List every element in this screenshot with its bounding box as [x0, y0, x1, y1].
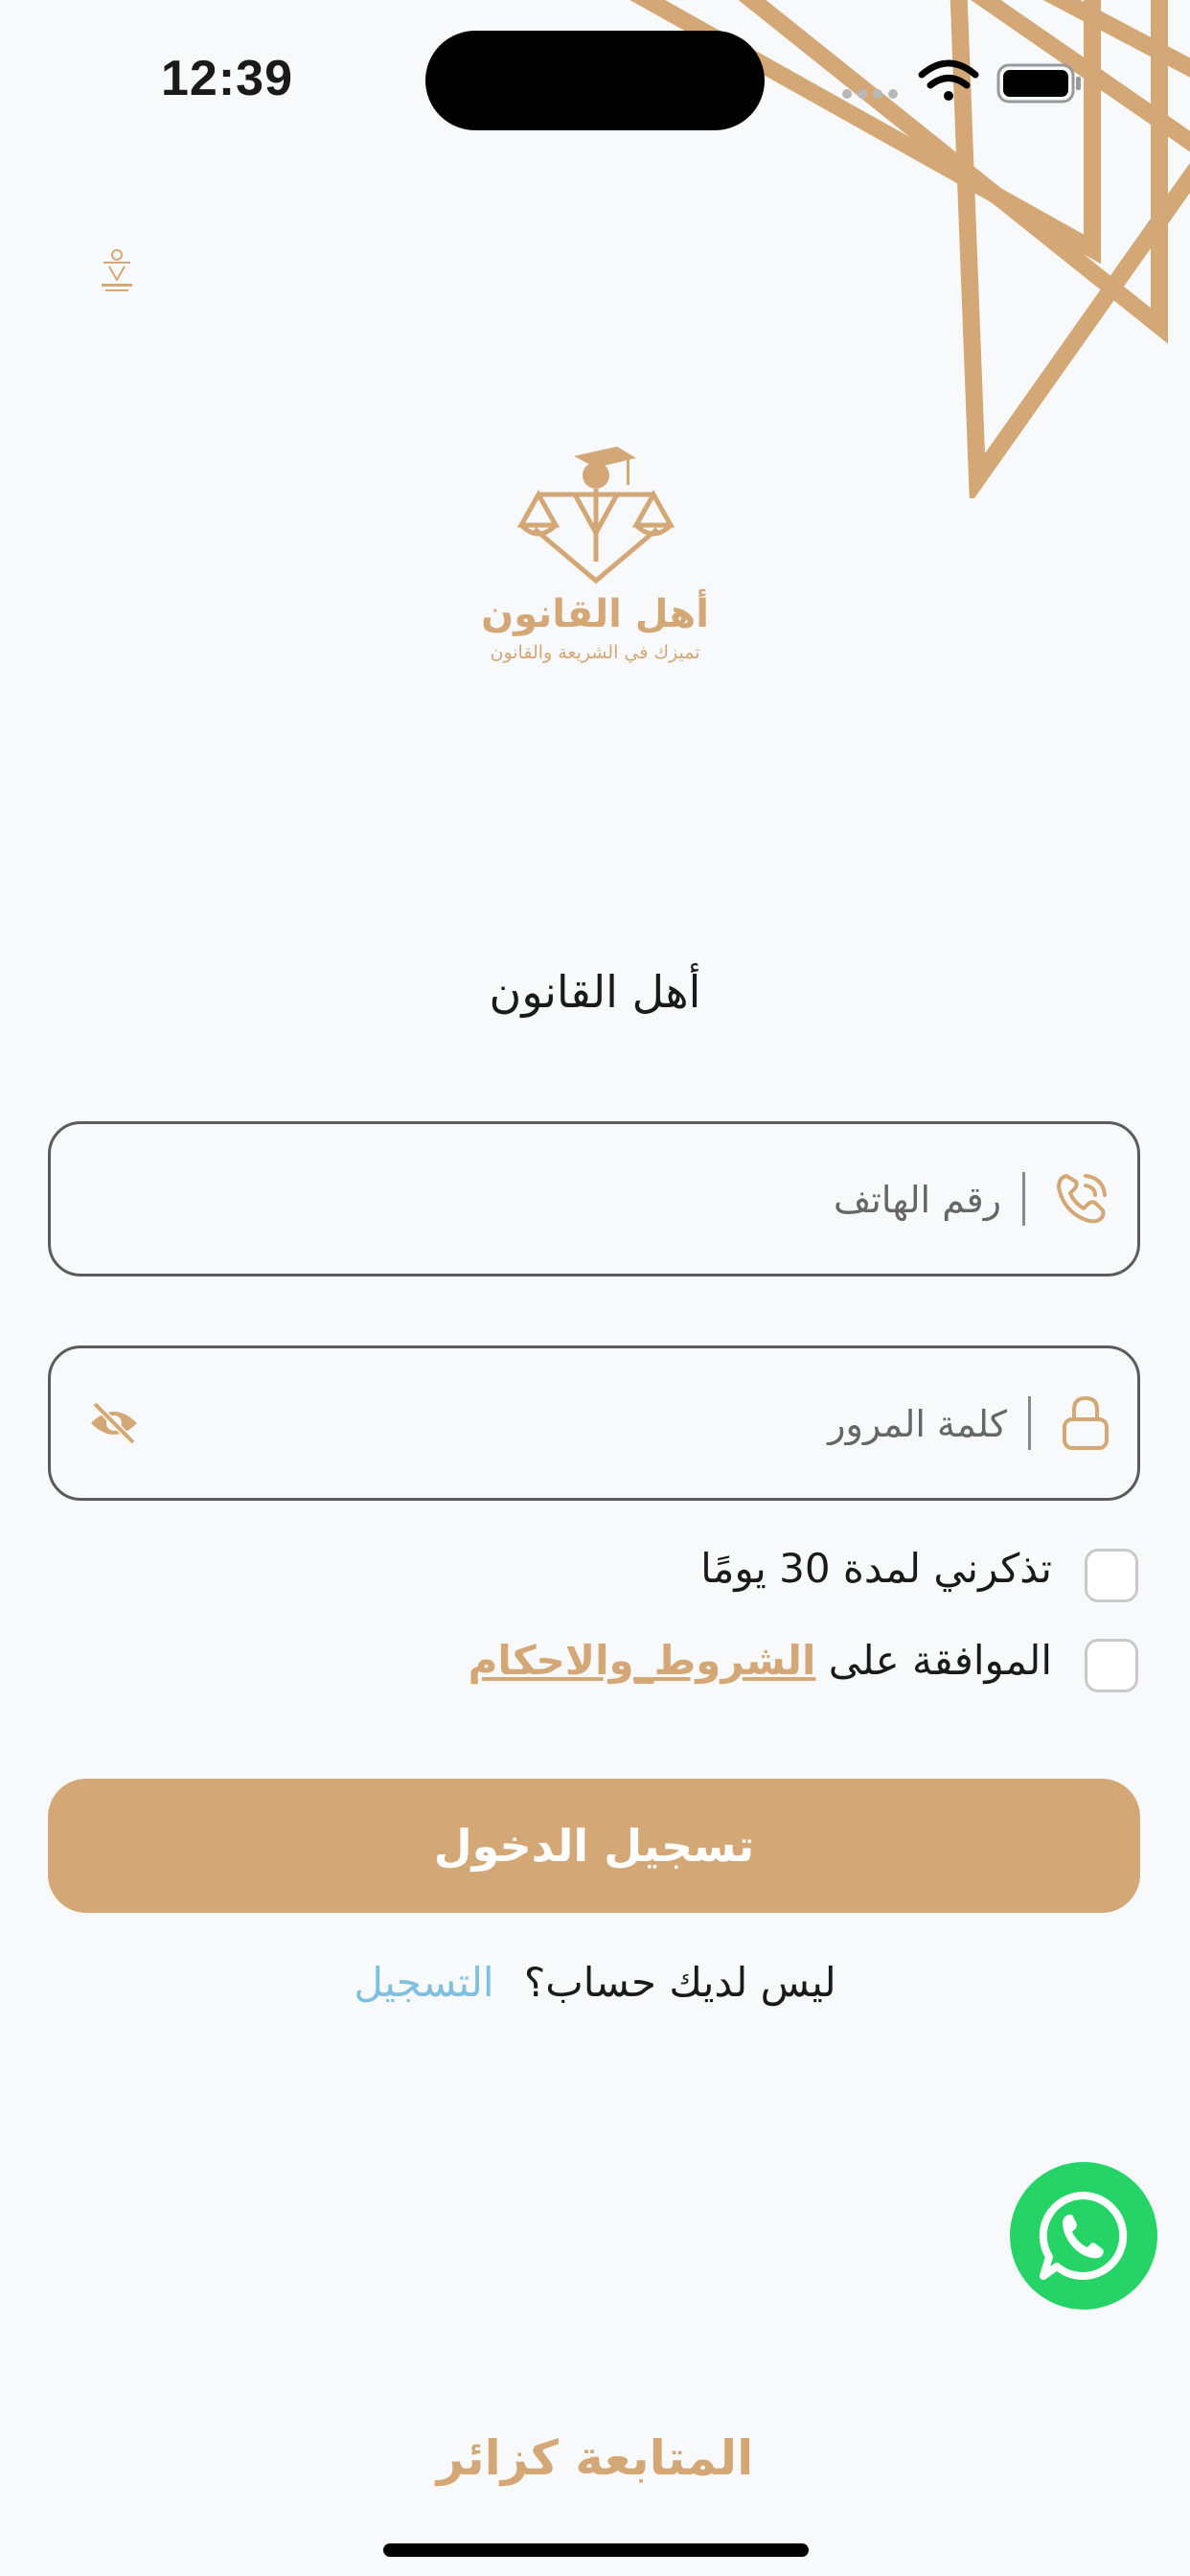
signal-icon [842, 89, 898, 99]
signup-link[interactable]: التسجيل [354, 1959, 493, 2006]
login-button[interactable]: تسجيل الدخول [48, 1779, 1140, 1913]
terms-prefix: الموافقة على [828, 1637, 1052, 1684]
terms-checkbox[interactable] [1085, 1639, 1138, 1692]
dynamic-island [425, 31, 765, 130]
status-icons [842, 59, 1081, 104]
whatsapp-button[interactable] [1010, 2162, 1157, 2310]
phone-input[interactable] [89, 1162, 1003, 1237]
phone-icon [1057, 1174, 1107, 1224]
status-time: 12:39 [161, 51, 293, 106]
eye-off-icon[interactable] [87, 1396, 141, 1450]
password-input[interactable] [166, 1387, 1009, 1461]
page-title: أهل القانون [489, 966, 701, 1018]
terms-row: الموافقة على الشروط_والاحكام [469, 1637, 1052, 1684]
scales-graduate-logo-icon [516, 447, 675, 585]
home-indicator [383, 2543, 809, 2557]
continue-as-visitor-link[interactable]: المتابعة كزائر [0, 2430, 1190, 2486]
password-field[interactable] [48, 1346, 1140, 1501]
field-separator [1028, 1396, 1031, 1450]
whatsapp-icon [1039, 2191, 1128, 2280]
brand-tagline: تميزك في الشريعة والقانون [490, 642, 700, 663]
field-separator [1022, 1172, 1025, 1226]
lock-icon [1063, 1395, 1109, 1450]
battery-icon [996, 63, 1081, 104]
remember-me-label: تذكرني لمدة 30 يومًا [700, 1545, 1052, 1592]
small-logo-icon [102, 249, 132, 291]
phone-field[interactable] [48, 1121, 1140, 1276]
wifi-icon [918, 59, 979, 101]
signup-row: ليس لديك حساب؟ التسجيل [0, 1959, 1190, 2006]
remember-me-checkbox[interactable] [1085, 1549, 1138, 1602]
brand-name: أهل القانون [481, 592, 709, 636]
no-account-text: ليس لديك حساب؟ [523, 1959, 836, 2006]
terms-link[interactable]: الشروط_والاحكام [469, 1637, 816, 1684]
